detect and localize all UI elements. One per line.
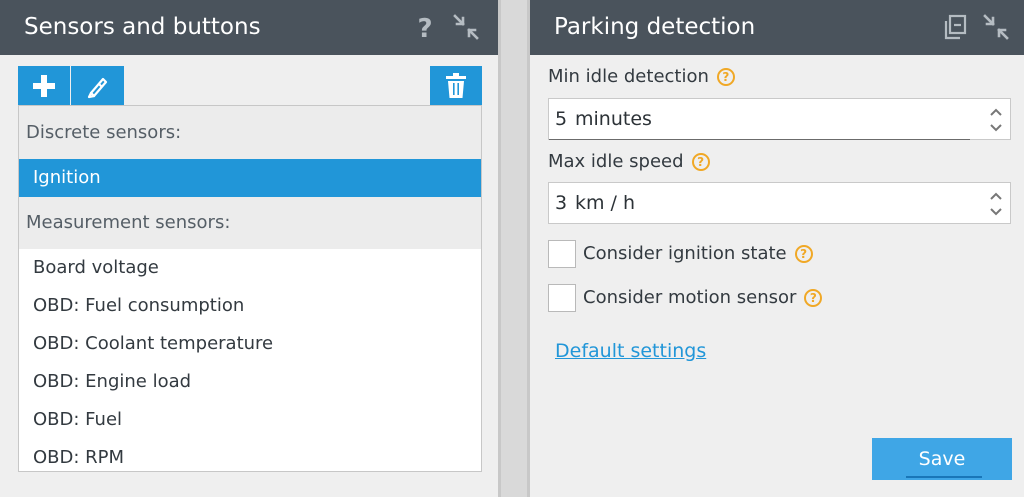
sensor-item-coolant-temperature[interactable]: OBD: Coolant temperature [19,325,481,363]
motion-checkbox-row[interactable]: Consider motion sensor? [548,284,868,314]
min-idle-stepper[interactable]: 5 minutes [548,98,1011,140]
min-idle-label-text: Min idle detection [548,66,709,87]
spinner-arrows-icon[interactable] [988,105,1004,135]
edit-icon [87,77,107,98]
min-idle-help-icon[interactable]: ? [716,68,735,86]
collapse-icon[interactable] [981,12,1011,42]
save-button-label: Save [918,448,966,470]
discrete-sensors-group: Discrete sensors: [19,106,481,159]
sensor-item-rpm[interactable]: OBD: RPM [19,439,481,471]
ignition-checkbox-text: Consider ignition state [583,243,787,264]
max-speed-value[interactable]: 3 [555,192,567,214]
ignition-help-icon[interactable]: ? [794,245,813,263]
measurement-sensors-group: Measurement sensors: [19,197,481,249]
parking-panel: Parking detection Min idle detection ? 5… [530,0,1024,497]
spinner-arrows-icon[interactable] [988,189,1004,219]
edit-sensor-button[interactable] [71,66,124,105]
max-speed-label: Max idle speed? [548,151,710,173]
max-speed-label-text: Max idle speed [548,151,684,172]
plus-icon [33,74,55,97]
min-idle-value[interactable]: 5 [555,108,567,130]
svg-text:?: ? [417,14,432,42]
default-settings-link[interactable]: Default settings [555,339,706,363]
collapse-icon[interactable] [451,12,481,42]
copy-icon[interactable] [940,12,970,42]
sensor-item-engine-load[interactable]: OBD: Engine load [19,363,481,401]
max-speed-unit: km / h [575,192,636,214]
min-idle-unit: minutes [575,108,652,130]
sensor-item-fuel-consumption[interactable]: OBD: Fuel consumption [19,287,481,325]
sensors-panel-title: Sensors and buttons [24,14,261,40]
ignition-checkbox-label: Consider ignition state? [583,243,813,265]
trash-icon [446,72,466,98]
motion-help-icon[interactable]: ? [804,289,823,307]
ignition-checkbox-row[interactable]: Consider ignition state? [548,240,868,270]
sensors-panel: Sensors and buttons ? Discrete sensors: … [0,0,498,497]
sensor-item-ignition[interactable]: Ignition [19,159,481,197]
help-icon[interactable]: ? [410,12,440,44]
parking-panel-title: Parking detection [554,14,756,40]
sensor-list[interactable]: Discrete sensors: Ignition Measurement s… [18,105,482,472]
motion-checkbox-label: Consider motion sensor? [583,287,823,309]
motion-checkbox-text: Consider motion sensor [583,287,797,308]
parking-panel-header: Parking detection [530,0,1024,55]
delete-sensor-button[interactable] [430,66,482,105]
max-speed-stepper[interactable]: 3 km / h [548,182,1011,224]
add-sensor-button[interactable] [18,66,70,105]
ignition-checkbox[interactable] [548,240,576,268]
sensor-item-fuel[interactable]: OBD: Fuel [19,401,481,439]
save-button[interactable]: Save [872,438,1012,480]
max-speed-help-icon[interactable]: ? [691,153,710,171]
min-idle-label: Min idle detection? [548,66,735,88]
panel-divider [498,0,530,497]
sensor-item-board-voltage[interactable]: Board voltage [19,249,481,287]
motion-checkbox[interactable] [548,284,576,312]
sensors-panel-header: Sensors and buttons ? [0,0,498,55]
